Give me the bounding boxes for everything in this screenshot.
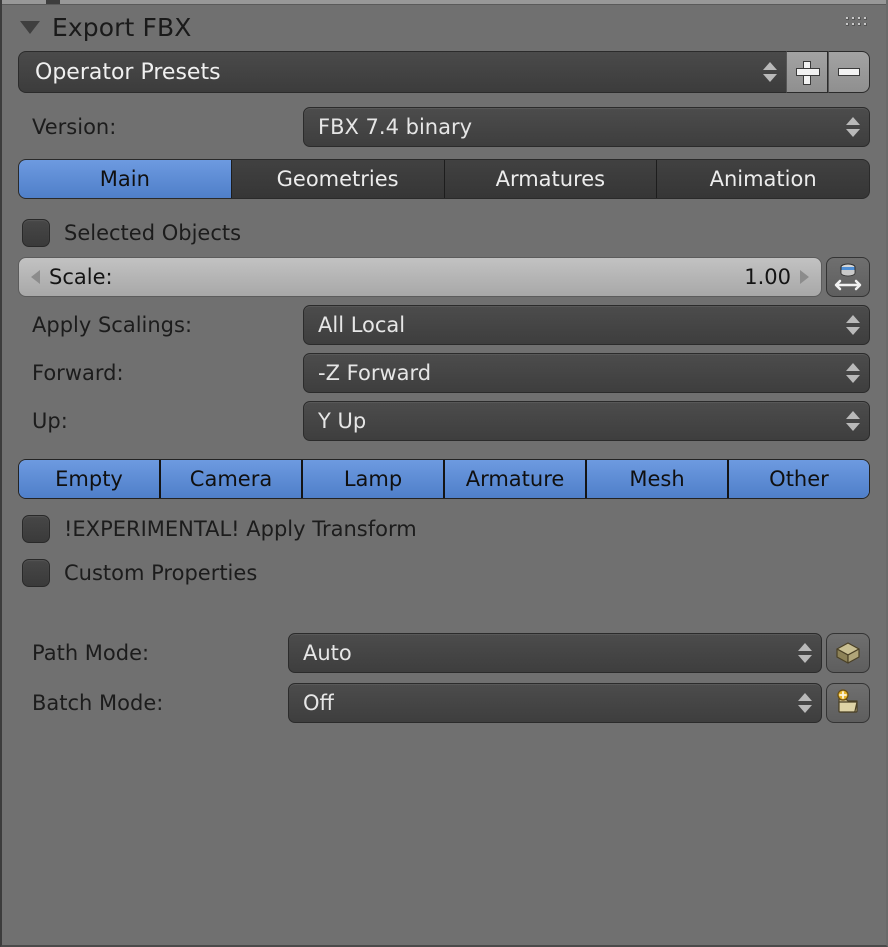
path-mode-dropdown[interactable]: Auto xyxy=(288,633,822,673)
minus-icon xyxy=(838,68,860,76)
scale-unit-button[interactable] xyxy=(826,257,870,297)
object-type-armature[interactable]: Armature xyxy=(445,460,587,498)
scale-value: 1.00 xyxy=(744,265,791,289)
version-value: FBX 7.4 binary xyxy=(318,115,472,139)
scale-unit-icon xyxy=(834,262,862,292)
object-types-row: Empty Camera Lamp Armature Mesh Other xyxy=(18,459,870,499)
batch-mode-value: Off xyxy=(303,691,334,715)
remove-preset-button[interactable] xyxy=(828,51,870,93)
forward-dropdown[interactable]: -Z Forward xyxy=(303,353,870,393)
selected-objects-label: Selected Objects xyxy=(64,221,241,245)
triangle-down-icon[interactable] xyxy=(20,21,40,34)
apply-transform-checkbox[interactable] xyxy=(22,515,50,543)
forward-value: -Z Forward xyxy=(318,361,431,385)
apply-scalings-row: Apply Scalings: All Local xyxy=(18,305,870,345)
batch-mode-dropdown[interactable]: Off xyxy=(288,683,822,723)
up-label: Up: xyxy=(18,409,303,433)
selected-objects-checkbox-row[interactable]: Selected Objects xyxy=(18,213,870,253)
scale-label: Scale: xyxy=(49,265,113,289)
object-type-mesh[interactable]: Mesh xyxy=(587,460,729,498)
operator-presets-value: Operator Presets xyxy=(35,60,221,85)
batch-mode-label: Batch Mode: xyxy=(18,683,288,723)
object-type-empty[interactable]: Empty xyxy=(19,460,161,498)
path-mode-row: Path Mode: Auto xyxy=(18,633,870,673)
tab-animation[interactable]: Animation xyxy=(657,160,869,198)
drag-grip-icon[interactable] xyxy=(846,17,866,28)
panel-header[interactable]: Export FBX xyxy=(18,5,870,49)
package-box-icon xyxy=(834,640,862,666)
version-label: Version: xyxy=(18,115,303,139)
export-fbx-panel: Export FBX Operator Presets Version: xyxy=(0,0,888,947)
tab-armatures[interactable]: Armatures xyxy=(445,160,658,198)
version-row: Version: FBX 7.4 binary xyxy=(18,107,870,147)
chevron-updown-icon xyxy=(846,363,860,383)
up-dropdown[interactable]: Y Up xyxy=(303,401,870,441)
custom-properties-label: Custom Properties xyxy=(64,561,257,585)
batch-mode-button[interactable] xyxy=(826,683,870,723)
tab-geometries[interactable]: Geometries xyxy=(232,160,445,198)
chevron-updown-icon xyxy=(763,62,777,82)
chevron-updown-icon xyxy=(798,643,812,663)
apply-transform-checkbox-row[interactable]: !EXPERIMENTAL! Apply Transform xyxy=(18,509,870,549)
triangle-left-icon[interactable] xyxy=(31,270,40,284)
selected-objects-checkbox[interactable] xyxy=(22,219,50,247)
chevron-updown-icon xyxy=(798,693,812,713)
custom-properties-checkbox[interactable] xyxy=(22,559,50,587)
forward-label: Forward: xyxy=(18,361,303,385)
new-folder-icon xyxy=(834,689,862,717)
apply-transform-label: !EXPERIMENTAL! Apply Transform xyxy=(64,517,417,541)
tab-main[interactable]: Main xyxy=(19,160,232,198)
apply-scalings-dropdown[interactable]: All Local xyxy=(303,305,870,345)
panel-edge-notch xyxy=(46,0,60,4)
section-spacer xyxy=(18,597,870,633)
forward-row: Forward: -Z Forward xyxy=(18,353,870,393)
scale-slider[interactable]: Scale: 1.00 xyxy=(18,257,822,297)
panel-content: Export FBX Operator Presets Version: xyxy=(2,5,886,945)
chevron-updown-icon xyxy=(846,315,860,335)
path-mode-button[interactable] xyxy=(826,633,870,673)
operator-presets-dropdown[interactable]: Operator Presets xyxy=(18,51,786,93)
batch-mode-row: Batch Mode: Off xyxy=(18,683,870,723)
scale-row: Scale: 1.00 xyxy=(18,257,870,297)
object-type-other[interactable]: Other xyxy=(729,460,869,498)
chevron-updown-icon xyxy=(846,117,860,137)
object-type-lamp[interactable]: Lamp xyxy=(303,460,445,498)
up-value: Y Up xyxy=(318,409,366,433)
add-preset-button[interactable] xyxy=(786,51,828,93)
custom-properties-checkbox-row[interactable]: Custom Properties xyxy=(18,553,870,593)
apply-scalings-value: All Local xyxy=(318,313,405,337)
apply-scalings-label: Apply Scalings: xyxy=(18,313,303,337)
up-row: Up: Y Up xyxy=(18,401,870,441)
version-dropdown[interactable]: FBX 7.4 binary xyxy=(303,107,870,147)
tab-bar: Main Geometries Armatures Animation xyxy=(18,159,870,199)
plus-icon xyxy=(796,61,818,83)
triangle-right-icon[interactable] xyxy=(800,270,809,284)
operator-presets-row: Operator Presets xyxy=(18,51,870,93)
page-title: Export FBX xyxy=(52,13,191,42)
path-mode-label: Path Mode: xyxy=(18,633,288,673)
chevron-updown-icon xyxy=(846,411,860,431)
path-mode-value: Auto xyxy=(303,641,352,665)
object-type-camera[interactable]: Camera xyxy=(161,460,303,498)
